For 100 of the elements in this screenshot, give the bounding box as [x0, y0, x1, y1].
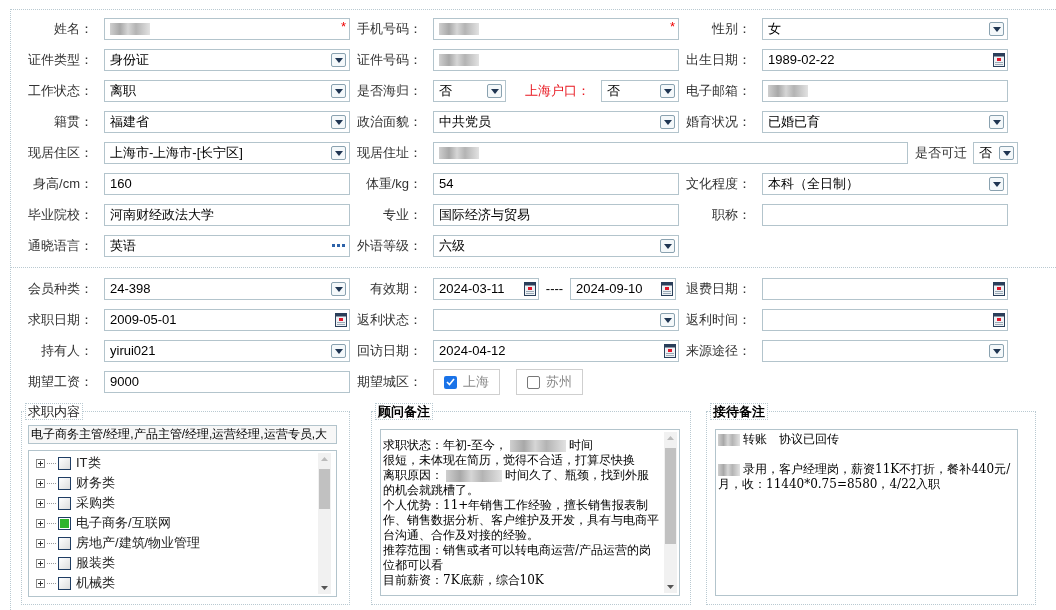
date-field[interactable] [762, 278, 1008, 300]
date-field[interactable] [762, 309, 1008, 331]
dropdown-icon[interactable] [660, 84, 675, 98]
expand-icon[interactable] [36, 478, 45, 488]
date-field[interactable]: 1989-02-22 [762, 49, 1008, 71]
tree-item[interactable]: 采购类 [76, 493, 115, 513]
field-label: 返利状态： [356, 311, 422, 330]
tree-item[interactable]: 服装类 [76, 553, 115, 573]
text-field[interactable]: * [104, 18, 350, 40]
checkbox[interactable] [58, 556, 71, 570]
dropdown-icon[interactable] [660, 115, 675, 129]
city-checkbox[interactable]: 苏州 [516, 369, 583, 395]
dropdown-field[interactable]: 中共党员 [433, 111, 679, 133]
tree-item[interactable]: IT类 [76, 453, 101, 473]
scroll-down-icon[interactable] [321, 586, 328, 590]
text-field[interactable] [433, 49, 679, 71]
dropdown-icon[interactable] [331, 344, 346, 358]
text-field[interactable]: * [433, 18, 679, 40]
tree-item[interactable]: 电子商务/互联网 [76, 513, 171, 533]
scrollbar[interactable] [318, 453, 331, 594]
scrollbar-thumb[interactable] [319, 469, 330, 509]
tree-item[interactable]: 财务类 [76, 473, 115, 493]
calendar-icon[interactable] [993, 313, 1005, 327]
scroll-down-icon[interactable] [667, 585, 674, 589]
dropdown-field[interactable] [762, 340, 1008, 362]
dropdown-icon[interactable] [331, 53, 346, 67]
date-field[interactable]: 2024-03-11 [433, 278, 539, 300]
calendar-icon[interactable] [993, 282, 1005, 296]
dropdown-icon[interactable] [999, 146, 1014, 160]
dropdown-field[interactable]: 否 [973, 142, 1018, 164]
checkbox[interactable] [58, 576, 71, 590]
calendar-icon[interactable] [993, 53, 1005, 67]
dropdown-field[interactable] [433, 309, 679, 331]
calendar-icon[interactable] [661, 282, 673, 296]
required-mark: * [340, 18, 346, 36]
dropdown-icon[interactable] [989, 22, 1004, 36]
text-field[interactable]: 河南财经政法大学 [104, 204, 350, 226]
dropdown-field[interactable]: 离职 [104, 80, 350, 102]
expand-icon[interactable] [36, 498, 45, 508]
dropdown-icon[interactable] [660, 313, 675, 327]
memo-field[interactable]: 求职状态：年初-至今， 时间 很短，未体现在简历，觉得不合适，打算尽快换 离职原因： 时间久了、瓶颈，找到外服 的机会就跳槽了。 个人优势：11+年销售工作经验，擅长销售报表制 作、销售数据分析、客户维护及开发，具有与电商平 台沟通、合作及对接的经验。 推荐范围：销售或者可以转电商运营/产品运营的岗 位都可以看 目前薪资：7K底薪，综合10K [380, 429, 680, 596]
dropdown-icon[interactable] [487, 84, 502, 98]
dropdown-icon[interactable] [331, 84, 346, 98]
expand-icon[interactable] [36, 518, 45, 528]
checkbox[interactable] [58, 536, 71, 550]
dropdown-field[interactable]: 六级 [433, 235, 679, 257]
dropdown-field[interactable]: 否 [601, 80, 679, 102]
dropdown-icon[interactable] [331, 282, 346, 296]
text-field[interactable] [762, 204, 1008, 226]
dropdown-field[interactable]: 本科（全日制） [762, 173, 1008, 195]
expand-icon[interactable] [36, 558, 45, 568]
dropdown-icon[interactable] [331, 115, 346, 129]
tree-item[interactable]: 机械类 [76, 573, 115, 593]
dropdown-field[interactable]: 否 [433, 80, 506, 102]
calendar-icon[interactable] [335, 313, 347, 327]
dropdown-icon[interactable] [660, 239, 675, 253]
field-label: 期望工资： [27, 373, 93, 392]
dropdown-field[interactable]: 福建省 [104, 111, 350, 133]
calendar-icon[interactable] [664, 344, 676, 358]
text-field[interactable]: 160 [104, 173, 350, 195]
scrollbar-thumb[interactable] [665, 448, 676, 544]
dropdown-field[interactable]: 身份证 [104, 49, 350, 71]
checkbox[interactable] [58, 456, 71, 470]
expand-icon[interactable] [36, 458, 45, 468]
dropdown-icon[interactable] [331, 146, 346, 160]
memo-text: 目前薪资：7K底薪，综合10K [383, 573, 544, 588]
checkbox[interactable] [58, 516, 71, 530]
date-field[interactable]: 2009-05-01 [104, 309, 350, 331]
date-field[interactable]: 2024-04-12 [433, 340, 679, 362]
field-label: 文化程度： [685, 175, 751, 194]
date-field[interactable]: 2024-09-10 [570, 278, 676, 300]
dropdown-icon[interactable] [989, 177, 1004, 191]
dropdown-field[interactable]: 24-398 [104, 278, 350, 300]
dropdown-field[interactable]: yirui021 [104, 340, 350, 362]
checkbox[interactable] [58, 496, 71, 510]
expand-icon[interactable] [36, 578, 45, 588]
checkbox[interactable] [58, 476, 71, 490]
memo-field[interactable]: 转账 协议已回传 录用，客户经理岗，薪资11K不打折，餐补440元/ 月，收：11440*0.75=8580，4/22入职 [715, 429, 1018, 596]
dropdown-field[interactable]: 已婚已育 [762, 111, 1008, 133]
field-label: 出生日期： [685, 51, 751, 70]
more-icon[interactable] [332, 244, 345, 248]
text-field[interactable] [433, 142, 908, 164]
calendar-icon[interactable] [524, 282, 536, 296]
dropdown-icon[interactable] [989, 344, 1004, 358]
dropdown-icon[interactable] [989, 115, 1004, 129]
text-field[interactable]: 9000 [104, 371, 350, 393]
text-field[interactable] [762, 80, 1008, 102]
scrollbar[interactable] [664, 432, 677, 593]
tree-item[interactable]: 房地产/建筑/物业管理 [76, 533, 201, 553]
text-field[interactable]: 54 [433, 173, 679, 195]
dropdown-field[interactable]: 女 [762, 18, 1008, 40]
expand-icon[interactable] [36, 538, 45, 548]
city-checkbox[interactable]: 上海 [433, 369, 500, 395]
memo-text: 转账 协议已回传 [743, 432, 839, 447]
dropdown-field[interactable]: 上海市-上海市-[长宁区] [104, 142, 350, 164]
field-label: 手机号码： [356, 20, 422, 39]
text-field[interactable]: 国际经济与贸易 [433, 204, 679, 226]
lookup-field[interactable]: 英语 [104, 235, 350, 257]
summary-field[interactable]: 电子商务主管/经理,产品主管/经理,运营经理,运营专员,大 [28, 425, 337, 444]
panel-title: 顾问备注 [375, 403, 433, 420]
